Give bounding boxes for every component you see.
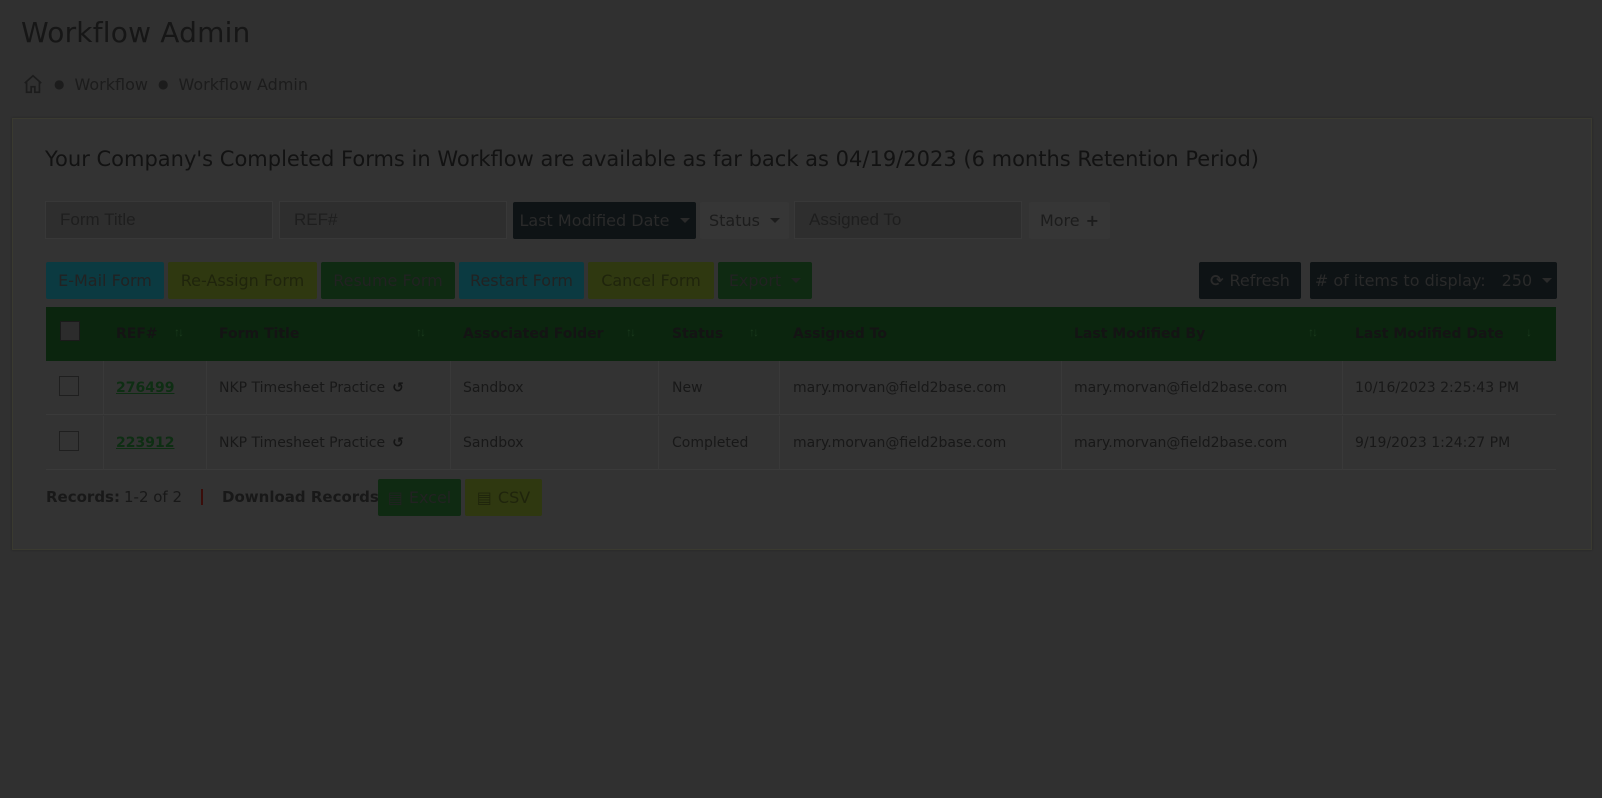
breadcrumb-item-workflow[interactable]: Workflow [74, 75, 147, 94]
column-divider [1061, 416, 1062, 470]
footer-divider [201, 489, 204, 505]
records-footer: Records: 1-2 of 2 Download Records [46, 478, 379, 516]
column-divider [1342, 416, 1343, 470]
excel-label: Excel [408, 488, 452, 507]
select-all-checkbox[interactable] [60, 321, 80, 341]
last-modified-date-dropdown[interactable]: Last Modified Date [513, 202, 696, 239]
export-dropdown[interactable]: Export [718, 262, 812, 299]
breadcrumb-separator: ● [157, 77, 169, 91]
records-label: Records: [46, 488, 120, 506]
assigned-to-input[interactable] [795, 209, 1032, 231]
status-dropdown[interactable]: Status [700, 202, 789, 239]
column-header-ref[interactable]: REF# [116, 307, 158, 361]
column-divider [1061, 361, 1062, 415]
assigned-to: mary.morvan@field2base.com [793, 380, 1007, 396]
sort-icon[interactable]: ↑↓ [749, 325, 759, 339]
breadcrumb-item-workflow-admin: Workflow Admin [178, 74, 308, 94]
export-excel-button[interactable]: ▤ Excel [378, 479, 461, 516]
email-form-button[interactable]: E-Mail Form [46, 262, 164, 299]
resume-form-button[interactable]: Resume Form [321, 262, 455, 299]
restart-form-button[interactable]: Restart Form [459, 262, 584, 299]
column-divider [206, 416, 207, 470]
last-modified-by: mary.morvan@field2base.com [1074, 380, 1288, 396]
column-divider [1342, 361, 1343, 415]
csv-label: CSV [497, 488, 531, 507]
column-divider [658, 416, 659, 470]
column-header-last-modified-date[interactable]: Last Modified Date [1355, 307, 1504, 361]
form-title-input[interactable] [46, 209, 283, 231]
form-title-filter[interactable] [45, 201, 297, 239]
items-per-page-dropdown[interactable]: # of items to display: 250 [1310, 262, 1557, 299]
home-icon[interactable] [22, 73, 44, 95]
more-label: More [1039, 211, 1080, 230]
last-modified-date: 10/16/2023 2:25:43 PM [1355, 380, 1520, 396]
export-csv-button[interactable]: ▤ CSV [465, 479, 542, 516]
sort-icon[interactable]: ↑↓ [1308, 325, 1318, 339]
more-filters-button[interactable]: More + [1029, 202, 1110, 239]
column-header-form-title[interactable]: Form Title [219, 307, 299, 361]
last-modified-by: mary.morvan@field2base.com [1074, 435, 1288, 451]
refresh-button[interactable]: ⟳ Refresh [1199, 262, 1301, 299]
excel-file-icon: ▤ [387, 488, 403, 507]
chevron-down-icon [769, 218, 780, 223]
column-divider [779, 416, 780, 470]
retention-notice: Your Company's Completed Forms in Workfl… [45, 147, 1259, 171]
reassign-form-button[interactable]: Re-Assign Form [168, 262, 317, 299]
chevron-down-icon [1542, 278, 1553, 283]
table-header: REF# ↑↓ Form Title ↑↓ Associated Folder … [46, 307, 1556, 361]
download-records-label: Download Records [222, 488, 379, 506]
column-divider [103, 416, 104, 470]
column-divider [103, 361, 104, 415]
column-header-associated-folder[interactable]: Associated Folder [463, 307, 604, 361]
column-divider [658, 361, 659, 415]
column-header-status[interactable]: Status [672, 307, 723, 361]
cancel-form-button[interactable]: Cancel Form [588, 262, 714, 299]
assigned-to: mary.morvan@field2base.com [793, 435, 1007, 451]
breadcrumb: ● Workflow ● Workflow Admin [22, 72, 308, 96]
items-value: 250 [1501, 271, 1533, 290]
breadcrumb-separator: ● [54, 77, 65, 91]
last-modified-date-label: Last Modified Date [519, 211, 670, 230]
ref-input[interactable] [280, 209, 517, 231]
csv-file-icon: ▤ [476, 488, 492, 507]
column-divider [206, 361, 207, 415]
plus-icon: + [1085, 211, 1100, 230]
ref-link[interactable]: 276499 [116, 380, 174, 396]
ref-filter[interactable] [279, 201, 531, 239]
column-divider [779, 361, 780, 415]
items-label: # of items to display: [1314, 271, 1486, 290]
status: New [672, 380, 703, 396]
page-title: Workflow Admin [21, 16, 251, 49]
ref-link[interactable]: 223912 [116, 435, 174, 451]
refresh-label: Refresh [1229, 271, 1290, 290]
sort-desc-icon[interactable]: ↓ [1526, 325, 1532, 339]
row-checkbox[interactable] [59, 376, 79, 396]
assigned-to-filter[interactable] [794, 201, 1046, 239]
restart-icon[interactable]: ↺ [392, 435, 404, 451]
chevron-down-icon [791, 278, 802, 283]
sort-icon[interactable]: ↑↓ [626, 325, 636, 339]
column-header-last-modified-by[interactable]: Last Modified By [1074, 307, 1205, 361]
status-label: Status [709, 211, 760, 230]
row-checkbox[interactable] [59, 431, 79, 451]
column-divider [450, 361, 451, 415]
form-title: NKP Timesheet Practice [219, 435, 386, 451]
status: Completed [672, 435, 749, 451]
column-divider [450, 416, 451, 470]
sort-icon[interactable]: ↑↓ [416, 325, 426, 339]
chevron-down-icon [679, 218, 690, 223]
table-row: 223912 NKP Timesheet Practice ↺ Sandbox … [46, 416, 1556, 470]
associated-folder: Sandbox [463, 380, 524, 396]
sort-icon[interactable]: ↑↓ [174, 325, 184, 339]
export-label: Export [728, 271, 782, 290]
records-count: 1-2 of 2 [123, 488, 183, 506]
last-modified-date: 9/19/2023 1:24:27 PM [1355, 435, 1511, 451]
column-header-assigned-to[interactable]: Assigned To [793, 307, 887, 361]
refresh-icon: ⟳ [1210, 271, 1224, 290]
associated-folder: Sandbox [463, 435, 524, 451]
form-title: NKP Timesheet Practice [219, 380, 386, 396]
restart-icon[interactable]: ↺ [392, 380, 404, 396]
table-row: 276499 NKP Timesheet Practice ↺ Sandbox … [46, 361, 1556, 415]
